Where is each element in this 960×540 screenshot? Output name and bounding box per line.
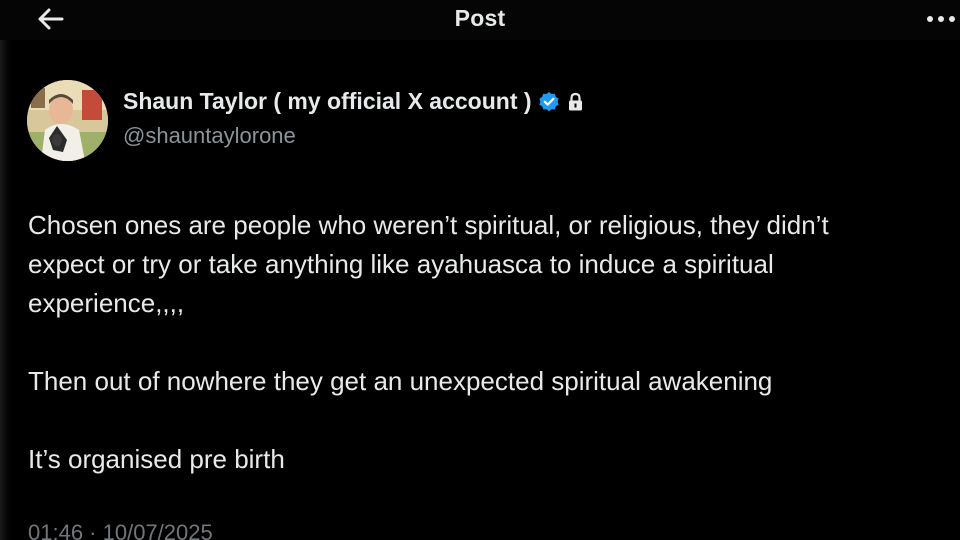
post-paragraph: Chosen ones are people who weren’t spiri… bbox=[28, 210, 829, 318]
post-paragraph: Then out of nowhere they get an unexpect… bbox=[28, 366, 773, 396]
author-name[interactable]: Shaun Taylor ( my official X account ) bbox=[123, 88, 532, 115]
post-detail-screen: Post Shaun Taylor ( my official X accoun… bbox=[0, 0, 960, 540]
more-horizontal-icon bbox=[927, 16, 955, 22]
author-handle[interactable]: @shauntaylorone bbox=[123, 123, 296, 149]
post-paragraph: It’s organised pre birth bbox=[28, 444, 285, 474]
avatar[interactable] bbox=[27, 80, 108, 161]
lock-icon bbox=[567, 92, 584, 112]
verified-badge-icon[interactable] bbox=[538, 91, 560, 113]
post-text: Chosen ones are people who weren’t spiri… bbox=[28, 206, 948, 479]
window-edge bbox=[0, 0, 12, 540]
more-options-button[interactable] bbox=[924, 6, 958, 32]
avatar-photo bbox=[27, 80, 108, 161]
author-name-row: Shaun Taylor ( my official X account ) bbox=[123, 88, 584, 115]
top-bar: Post bbox=[0, 0, 960, 40]
page-title: Post bbox=[454, 5, 506, 31]
post-timestamp[interactable]: 01:46 · 10/07/2025 bbox=[28, 520, 213, 540]
